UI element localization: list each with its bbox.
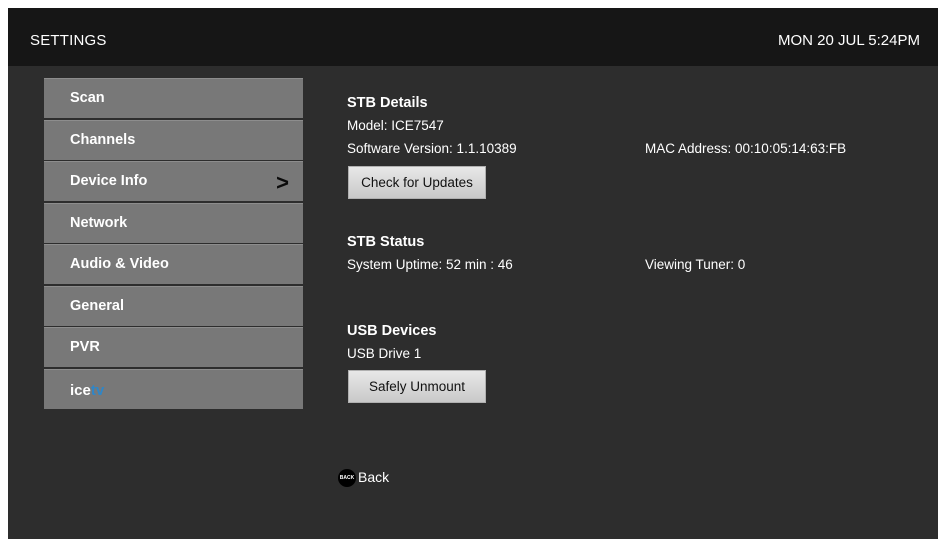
- menu-item-icetv[interactable]: icetv: [44, 368, 303, 409]
- check-for-updates-button[interactable]: Check for Updates: [348, 166, 486, 199]
- usb-drive-text: USB Drive 1: [347, 346, 422, 361]
- menu-item-network[interactable]: Network: [44, 202, 303, 243]
- menu-item-label: Scan: [70, 90, 105, 106]
- chevron-right-icon: >: [276, 170, 289, 195]
- icetv-logo: icetv: [70, 381, 105, 399]
- page-title: SETTINGS: [30, 32, 107, 49]
- menu-item-label: General: [70, 297, 124, 314]
- mac-address-text: MAC Address: 00:10:05:14:63:FB: [645, 141, 847, 156]
- back-key-icon: BACK: [338, 469, 356, 487]
- menu-item-audio-video[interactable]: Audio & Video: [44, 244, 303, 284]
- system-uptime-text: System Uptime: 52 min : 46: [347, 257, 513, 272]
- safely-unmount-button[interactable]: Safely Unmount: [348, 370, 486, 403]
- menu-item-label: PVR: [70, 339, 100, 355]
- menu-item-scan[interactable]: Scan: [44, 78, 303, 118]
- header-bar: SETTINGS MON 20 JUL 5:24PM: [8, 8, 938, 66]
- menu-item-device-info[interactable]: Device Info >: [44, 161, 303, 201]
- settings-screen: SETTINGS MON 20 JUL 5:24PM Scan Channels…: [8, 8, 938, 539]
- menu-item-general[interactable]: General: [44, 285, 303, 326]
- menu-item-label: Channels: [70, 131, 136, 148]
- model-text: Model: ICE7547: [347, 118, 444, 133]
- usb-devices-title: USB Devices: [347, 323, 437, 339]
- software-version-text: Software Version: 1.1.10389: [347, 141, 517, 156]
- menu-item-channels[interactable]: Channels: [44, 119, 303, 160]
- viewing-tuner-text: Viewing Tuner: 0: [645, 257, 746, 272]
- stb-details-title: STB Details: [347, 95, 428, 111]
- stb-status-title: STB Status: [347, 234, 425, 250]
- back-label: Back: [358, 469, 390, 485]
- menu-item-label: Network: [70, 214, 128, 231]
- menu-item-label: Device Info: [70, 173, 148, 189]
- settings-menu: Scan Channels Device Info > Network Audi…: [44, 78, 303, 410]
- clock: MON 20 JUL 5:24PM: [778, 32, 920, 49]
- menu-item-pvr[interactable]: PVR: [44, 327, 303, 367]
- menu-item-label: Audio & Video: [70, 256, 169, 272]
